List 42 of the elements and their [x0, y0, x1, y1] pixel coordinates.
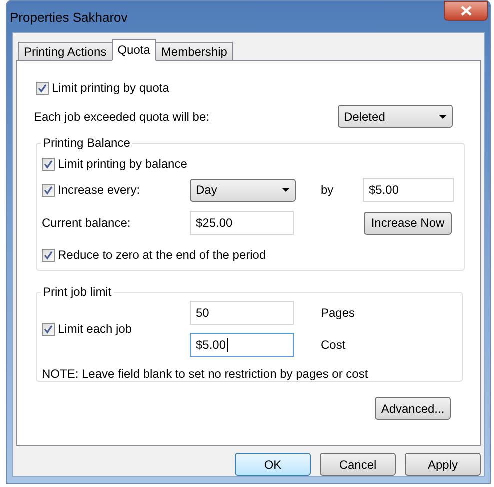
pages-label: Pages: [321, 305, 356, 322]
checkbox[interactable]: [42, 322, 55, 336]
group-title: Printing Balance: [42, 135, 132, 152]
checkbox-label: Reduce to zero at the end of the period: [58, 247, 266, 264]
tab[interactable]: Printing Actions: [18, 42, 113, 61]
checkmark-icon: [44, 324, 53, 334]
dropdown-arrow-icon: [282, 188, 290, 192]
current-balance-field[interactable]: $25.00: [190, 211, 294, 235]
dialog-button[interactable]: Apply: [405, 453, 481, 476]
cost-field[interactable]: $5.00: [190, 333, 294, 357]
pages-field[interactable]: 50: [190, 301, 294, 325]
exceeded-quota-label: Each job exceeded quota will be:: [34, 108, 210, 126]
tab[interactable]: Membership: [155, 42, 234, 61]
group-title: Print job limit: [42, 284, 113, 301]
by-label: by: [321, 182, 335, 199]
checkmark-icon: [38, 84, 47, 92]
checkbox-label: Increase every:: [58, 182, 140, 199]
close-button[interactable]: [444, 1, 488, 21]
checkbox[interactable]: [42, 158, 55, 170]
cost-label: Cost: [321, 337, 346, 354]
checkbox-label: Limit printing by quota: [52, 80, 170, 97]
advanced-button[interactable]: Advanced...: [375, 397, 451, 420]
dropdown-arrow-icon: [439, 114, 447, 118]
checkmark-icon: [44, 160, 53, 168]
checkbox-label: Limit each job: [58, 321, 132, 338]
increase-amount-field[interactable]: $5.00: [363, 178, 454, 202]
checkbox[interactable]: [42, 184, 55, 196]
dialog-button[interactable]: OK: [235, 453, 311, 476]
checkbox-label: Limit printing by balance: [58, 156, 188, 173]
period-dropdown[interactable]: Day: [190, 178, 296, 202]
tab[interactable]: Quota: [112, 39, 156, 61]
window-title: Properties Sakharov: [10, 9, 128, 27]
dialog-button[interactable]: Cancel: [320, 453, 396, 476]
exceeded-action-dropdown[interactable]: Deleted: [338, 105, 453, 128]
current-balance-label: Current balance:: [42, 215, 132, 232]
note-text: NOTE: Leave field blank to set no restriction by pages or cost: [42, 366, 370, 383]
checkbox[interactable]: [42, 248, 55, 262]
checkbox[interactable]: [36, 82, 49, 94]
close-icon: [460, 6, 472, 16]
checkmark-icon: [44, 186, 53, 194]
checkmark-icon: [44, 250, 53, 260]
increase-now-button[interactable]: Increase Now: [364, 212, 452, 234]
